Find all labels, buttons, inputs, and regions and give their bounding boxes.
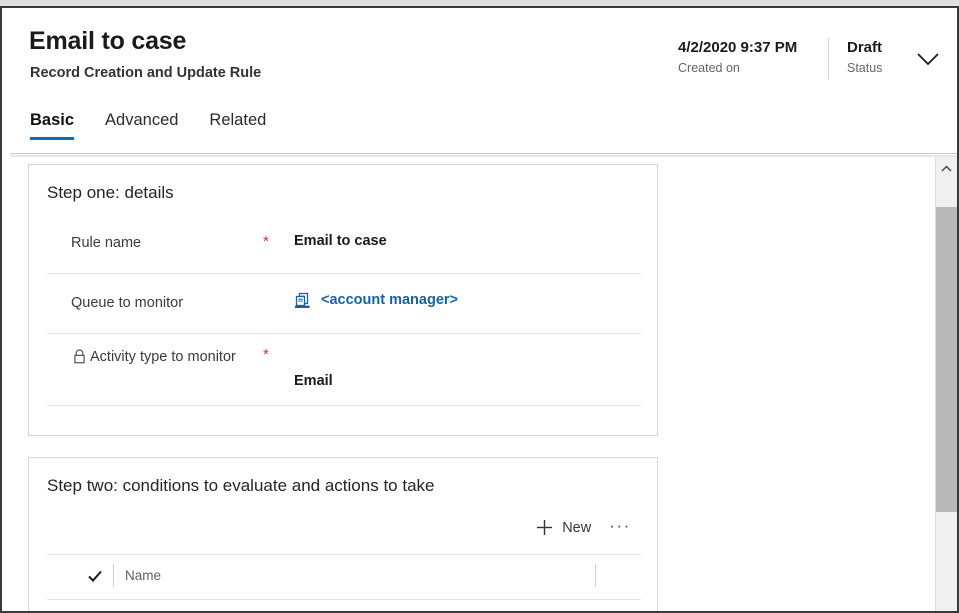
- field-divider-3: [47, 405, 641, 406]
- tab-advanced-label: Advanced: [105, 111, 179, 129]
- page-subtitle: Record Creation and Update Rule: [30, 65, 262, 81]
- field-label-activity-type: Activity type to monitor: [73, 347, 248, 368]
- chevron-down-icon: [917, 53, 939, 71]
- scrollbar-thumb[interactable]: [936, 207, 957, 512]
- created-on-label: Created on: [678, 61, 740, 75]
- field-value-queue-to-monitor-text: <account manager>: [321, 292, 458, 308]
- queue-icon: [294, 292, 312, 310]
- tab-basic[interactable]: Basic: [30, 111, 75, 140]
- status-label: Status: [847, 61, 883, 75]
- window-left-gutter: [2, 8, 10, 611]
- grid-column-separator: [113, 564, 114, 587]
- status-value: Draft: [847, 39, 883, 56]
- required-indicator-activity-type: *: [263, 346, 269, 363]
- field-divider-1: [47, 273, 641, 274]
- step-one-title: Step one: details: [47, 183, 174, 202]
- more-horizontal-icon[interactable]: ···: [599, 516, 641, 539]
- form-scroll-area: Step one: details Rule name * Email to c…: [10, 157, 935, 611]
- field-row-rule-name: Rule name * Email to case: [47, 217, 641, 273]
- header-bottom-divider: [10, 153, 959, 154]
- caret-up-icon: [941, 159, 952, 177]
- field-row-queue-to-monitor: Queue to monitor <account manager>: [47, 275, 641, 333]
- lock-icon: [73, 349, 86, 364]
- field-divider-2: [47, 333, 641, 334]
- page-title: Email to case: [29, 27, 187, 55]
- created-on-value: 4/2/2020 9:37 PM: [678, 39, 798, 56]
- tab-related[interactable]: Related: [209, 111, 266, 140]
- tab-list: Basic Advanced Related: [30, 111, 297, 140]
- created-on-field: 4/2/2020 9:37 PM Created on: [678, 38, 797, 77]
- step-two-card: Step two: conditions to evaluate and act…: [28, 457, 658, 611]
- field-row-activity-type: Activity type to monitor * Email: [47, 335, 641, 405]
- plus-icon: [536, 519, 553, 536]
- tab-basic-label: Basic: [30, 111, 75, 129]
- step-two-title: Step two: conditions to evaluate and act…: [47, 476, 435, 495]
- overflow-label: ···: [609, 516, 631, 535]
- header-expand-button[interactable]: [910, 46, 946, 78]
- scrollbar-up-button[interactable]: [936, 157, 957, 179]
- grid-command-bar: New ···: [528, 514, 641, 541]
- grid-header-bottom-divider: [47, 599, 641, 600]
- field-value-rule-name[interactable]: Email to case: [294, 233, 387, 249]
- field-label-activity-type-text: Activity type to monitor: [90, 349, 236, 365]
- grid-column-separator-right: [595, 564, 596, 587]
- step-one-card: Step one: details Rule name * Email to c…: [28, 164, 658, 436]
- app-window: Email to case Record Creation and Update…: [0, 0, 959, 613]
- field-label-rule-name: Rule name: [71, 235, 142, 251]
- tab-advanced[interactable]: Advanced: [105, 111, 178, 140]
- grid-column-header-name[interactable]: Name: [125, 568, 161, 583]
- record-header: Email to case Record Creation and Update…: [10, 8, 959, 155]
- required-indicator-rule-name: *: [263, 233, 269, 250]
- grid-header-row: Name: [47, 555, 641, 599]
- new-button[interactable]: New: [528, 514, 599, 541]
- field-value-queue-to-monitor[interactable]: <account manager>: [294, 292, 888, 308]
- scrollbar-track[interactable]: [936, 179, 957, 611]
- header-meta-divider: [828, 38, 829, 80]
- field-label-queue-to-monitor: Queue to monitor: [71, 295, 184, 311]
- tab-related-label: Related: [209, 111, 267, 129]
- field-value-activity-type[interactable]: Email: [294, 373, 333, 389]
- vertical-scrollbar[interactable]: [935, 157, 957, 611]
- new-button-label: New: [562, 519, 592, 536]
- status-field[interactable]: Draft Status: [847, 38, 882, 77]
- checkmark-icon[interactable]: [87, 568, 103, 584]
